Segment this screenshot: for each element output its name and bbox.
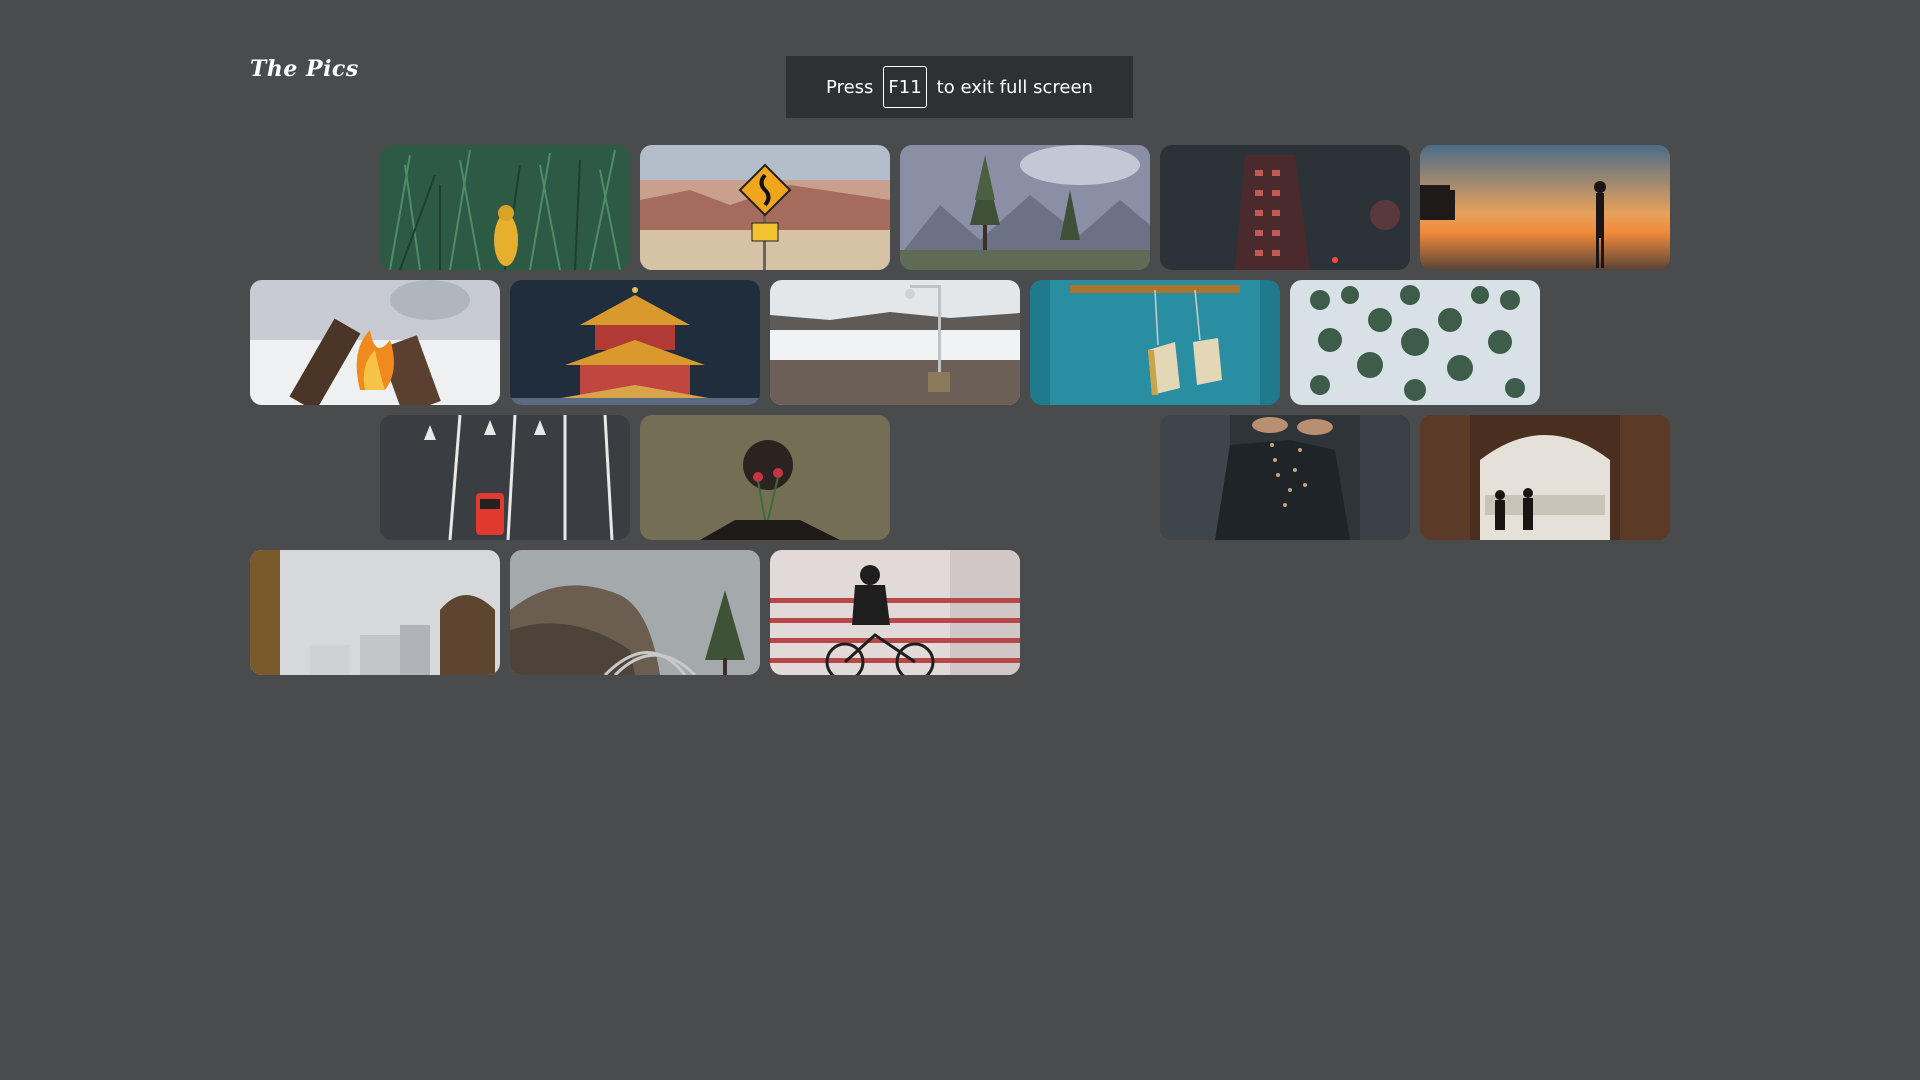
photo-tile[interactable]	[1420, 145, 1670, 270]
f11-key-badge: F11	[883, 66, 927, 108]
photo-man-hiding-face-flowers	[640, 415, 890, 540]
photo-tile[interactable]	[770, 550, 1020, 675]
photo-tile[interactable]	[510, 550, 760, 675]
photo-railway-foggy-cliffs	[510, 550, 760, 675]
photo-tile[interactable]	[1290, 280, 1540, 405]
photo-tile[interactable]	[250, 280, 500, 405]
photo-tile[interactable]	[640, 145, 890, 270]
photo-cyclist-red-railing-bridge	[770, 550, 1020, 675]
photo-city-street-gowings-sign	[250, 550, 500, 675]
photo-tile[interactable]	[1030, 280, 1280, 405]
fullscreen-notice-prefix: Press	[826, 76, 874, 98]
photo-chinese-pagoda-night	[510, 280, 760, 405]
photo-person-yellow-raincoat-grass	[380, 145, 630, 270]
fullscreen-notice: Press F11 to exit full screen	[786, 56, 1133, 118]
photo-tile[interactable]	[1160, 415, 1410, 540]
photo-campfire-snow	[250, 280, 500, 405]
photo-flatiron-building-night	[1160, 145, 1410, 270]
photo-tile[interactable]	[640, 415, 890, 540]
photo-tile[interactable]	[770, 280, 1020, 405]
photo-tile[interactable]	[900, 145, 1150, 270]
photo-winding-road-sign-desert	[640, 145, 890, 270]
photo-outdoor-shower-snowy-landscape	[770, 280, 1020, 405]
photo-hanging-bags-blue-door	[1030, 280, 1280, 405]
photo-tile[interactable]	[510, 280, 760, 405]
photo-red-car-road-arrows	[380, 415, 630, 540]
photo-tile[interactable]	[1420, 415, 1670, 540]
photo-aerial-snowy-pine-forest	[1290, 280, 1540, 405]
fullscreen-notice-suffix: to exit full screen	[936, 76, 1093, 98]
photo-woman-silhouette-pier-sunset	[1420, 145, 1670, 270]
photo-pine-trees-mountains	[900, 145, 1150, 270]
photo-archway-palace-silhouettes	[1420, 415, 1670, 540]
logo[interactable]: The Pics	[250, 56, 359, 82]
photo-tile[interactable]	[380, 145, 630, 270]
photo-tile[interactable]	[380, 415, 630, 540]
photo-tile[interactable]	[250, 550, 500, 675]
photo-hands-pouring-grains	[1160, 415, 1410, 540]
photo-tile[interactable]	[1160, 145, 1410, 270]
